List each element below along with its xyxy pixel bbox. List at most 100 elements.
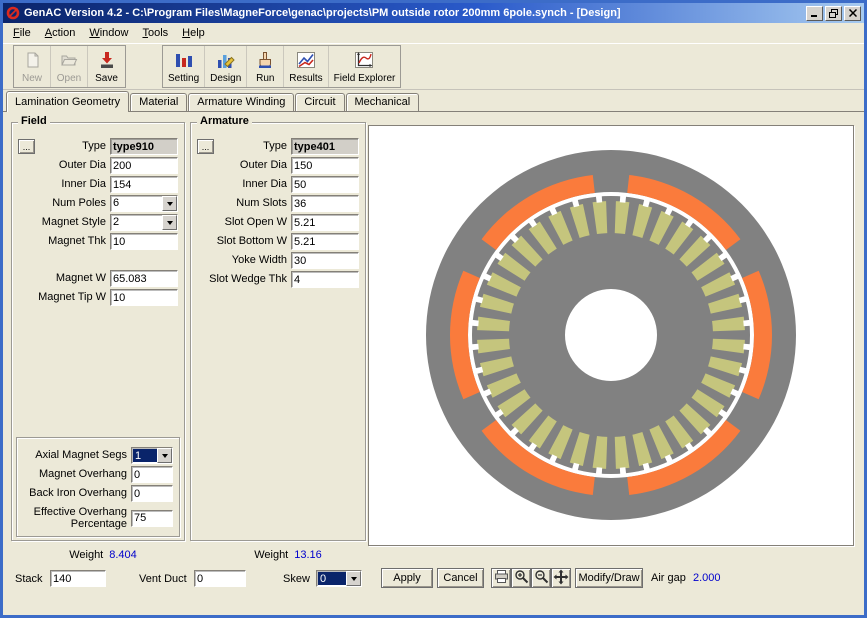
tab-mechanical[interactable]: Mechanical: [346, 93, 420, 111]
armature-group: Armature ... Type Outer Dia Inner Dia Nu…: [190, 122, 366, 541]
overhang-subgroup: Axial Magnet Segs 1 Magnet Overhang Back…: [16, 437, 180, 537]
stack-input[interactable]: [50, 570, 106, 587]
new-button[interactable]: New: [14, 46, 51, 87]
pan-button[interactable]: [551, 568, 571, 588]
tab-circuit[interactable]: Circuit: [295, 93, 344, 111]
zoom-in-button[interactable]: [511, 568, 531, 588]
slot-open-w-input[interactable]: [291, 214, 359, 231]
field-weight: Weight 8.404: [43, 549, 163, 561]
field-outer-dia-input[interactable]: [110, 157, 178, 174]
armature-type-row: ... Type: [191, 137, 365, 156]
magnet-tip-w-label: Magnet Tip W: [18, 292, 110, 303]
restore-button[interactable]: [825, 6, 842, 21]
back-iron-overhang-input[interactable]: [131, 485, 173, 502]
slot-bottom-w-label: Slot Bottom W: [197, 236, 291, 247]
toolbar: New Open Save Setting Design Run: [3, 43, 864, 90]
print-button[interactable]: [491, 568, 511, 588]
effective-overhang-row: Effective Overhang Percentage: [17, 503, 179, 533]
chevron-down-icon[interactable]: [162, 215, 177, 230]
vent-duct-label: Vent Duct: [139, 569, 187, 589]
effective-overhang-input[interactable]: [131, 510, 173, 527]
modify-draw-button[interactable]: Modify/Draw: [575, 568, 643, 588]
axial-magnet-segs-select[interactable]: 1: [131, 447, 173, 464]
field-group-title: Field: [18, 115, 50, 127]
tabbar: Lamination Geometry Material Armature Wi…: [3, 90, 864, 111]
magnet-thk-input[interactable]: [110, 233, 178, 250]
slot-bottom-w-row: Slot Bottom W: [191, 232, 365, 251]
tab-material[interactable]: Material: [130, 93, 187, 111]
armature-type-input[interactable]: [291, 138, 359, 155]
field-inner-dia-input[interactable]: [110, 176, 178, 193]
field-inner-dia-label: Inner Dia: [18, 179, 110, 190]
app-window: GenAC Version 4.2 - C:\Program Files\Mag…: [0, 0, 867, 618]
close-button[interactable]: [844, 6, 861, 21]
yoke-width-label: Yoke Width: [197, 255, 291, 266]
menu-tools[interactable]: Tools: [135, 24, 175, 42]
menu-action[interactable]: Action: [38, 24, 83, 42]
slot-bottom-w-input[interactable]: [291, 233, 359, 250]
magnet-style-row: Magnet Style 2: [12, 213, 184, 232]
armature-type-label: Type: [217, 141, 291, 152]
num-poles-select[interactable]: 6: [110, 195, 178, 212]
field-type-input[interactable]: [110, 138, 178, 155]
setting-button[interactable]: Setting: [163, 46, 205, 87]
magnet-overhang-label: Magnet Overhang: [23, 469, 131, 480]
air-gap-label: Air gap: [651, 568, 686, 588]
armature-browse-button[interactable]: ...: [197, 139, 214, 154]
magnet-overhang-input[interactable]: [131, 466, 173, 483]
num-slots-input[interactable]: [291, 195, 359, 212]
field-inner-dia-row: Inner Dia: [12, 175, 184, 194]
save-button[interactable]: Save: [88, 46, 125, 87]
chevron-down-icon[interactable]: [157, 448, 172, 463]
field-weight-label: Weight: [69, 549, 103, 561]
skew-select[interactable]: 0: [316, 570, 362, 587]
armature-outer-dia-row: Outer Dia: [191, 156, 365, 175]
skew-value: 0: [318, 572, 346, 585]
minimize-button[interactable]: [806, 6, 823, 21]
armature-outer-dia-input[interactable]: [291, 157, 359, 174]
magnet-w-label: Magnet W: [18, 273, 110, 284]
armature-inner-dia-input[interactable]: [291, 176, 359, 193]
vent-duct-input[interactable]: [194, 570, 246, 587]
results-button[interactable]: Results: [284, 46, 328, 87]
titlebar: GenAC Version 4.2 - C:\Program Files\Mag…: [3, 3, 864, 23]
apply-button[interactable]: Apply: [381, 568, 433, 588]
results-chart-icon: [296, 51, 316, 72]
magnet-thk-label: Magnet Thk: [18, 236, 110, 247]
design-button[interactable]: Design: [205, 46, 247, 87]
field-explorer-icon: [354, 51, 374, 72]
air-gap-value: 2.000: [693, 568, 721, 588]
menu-window[interactable]: Window: [82, 24, 135, 42]
field-browse-button[interactable]: ...: [18, 139, 35, 154]
zoom-out-icon: [534, 569, 549, 587]
run-button[interactable]: Run: [247, 46, 284, 87]
slot-wedge-thk-input[interactable]: [291, 271, 359, 288]
field-explorer-button[interactable]: Field Explorer: [329, 46, 401, 87]
menu-help[interactable]: Help: [175, 24, 212, 42]
axial-magnet-segs-label: Axial Magnet Segs: [23, 450, 131, 461]
slot-open-w-row: Slot Open W: [191, 213, 365, 232]
chevron-down-icon[interactable]: [346, 571, 361, 586]
file-toolbar-group: New Open Save: [13, 45, 126, 88]
tab-armature-winding[interactable]: Armature Winding: [188, 93, 294, 111]
field-outer-dia-row: Outer Dia: [12, 156, 184, 175]
app-icon: [6, 6, 20, 20]
window-title: GenAC Version 4.2 - C:\Program Files\Mag…: [24, 7, 804, 19]
armature-inner-dia-label: Inner Dia: [197, 179, 291, 190]
skew-label: Skew: [283, 569, 310, 589]
magnet-style-select[interactable]: 2: [110, 214, 178, 231]
back-iron-overhang-label: Back Iron Overhang: [23, 488, 131, 499]
magnet-tip-w-input[interactable]: [110, 289, 178, 306]
magnet-w-input[interactable]: [110, 270, 178, 287]
results-label: Results: [289, 73, 322, 84]
lamination-geometry-panel: Field ... Type Outer Dia Inner Dia Num P…: [3, 111, 864, 615]
num-slots-row: Num Slots: [191, 194, 365, 213]
zoom-out-button[interactable]: [531, 568, 551, 588]
cancel-button[interactable]: Cancel: [437, 568, 484, 588]
open-button[interactable]: Open: [51, 46, 88, 87]
yoke-width-input[interactable]: [291, 252, 359, 269]
menu-file[interactable]: File: [6, 24, 38, 42]
chevron-down-icon[interactable]: [162, 196, 177, 211]
tab-lamination-geometry[interactable]: Lamination Geometry: [6, 91, 129, 112]
action-toolbar-group: Setting Design Run Results Field Explore…: [162, 45, 401, 88]
